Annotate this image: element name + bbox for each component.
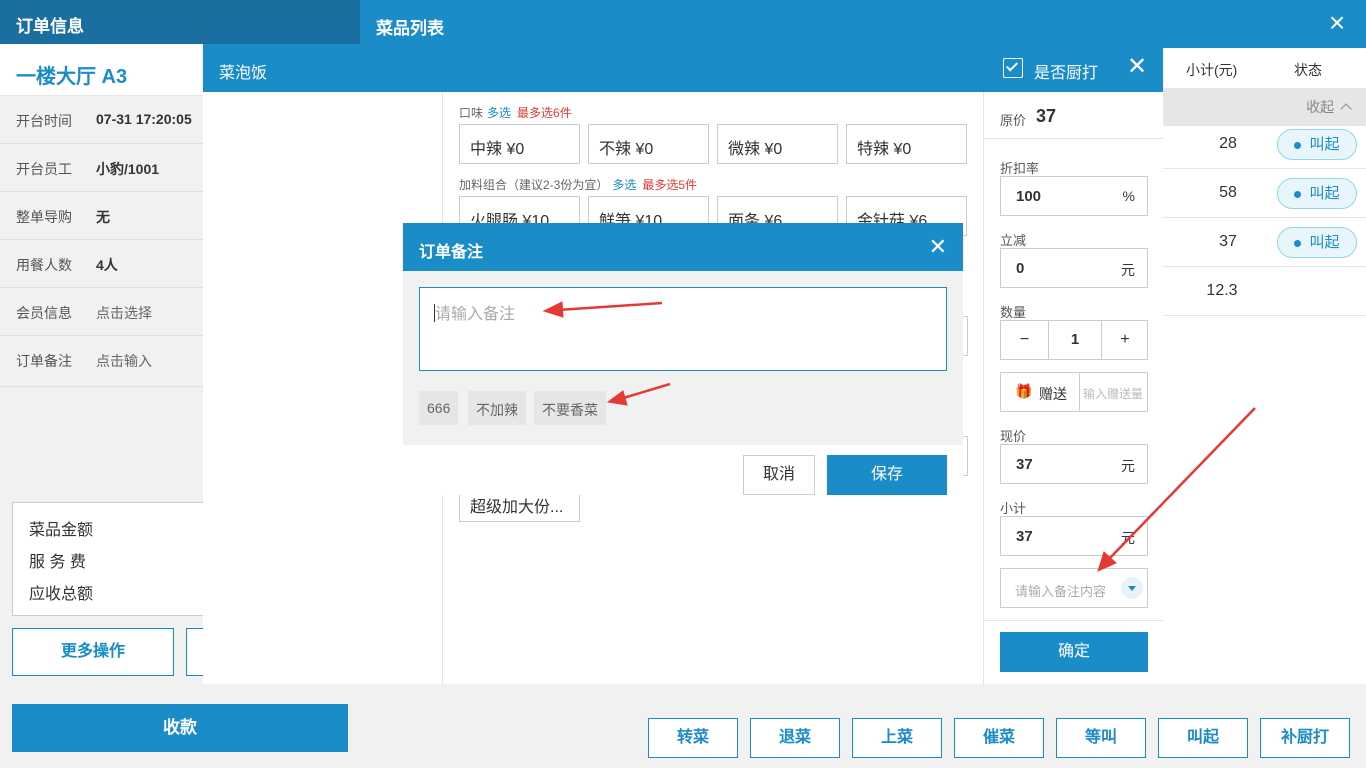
annotation-arrows [542,301,1256,572]
arrow-annotation [542,301,1256,572]
